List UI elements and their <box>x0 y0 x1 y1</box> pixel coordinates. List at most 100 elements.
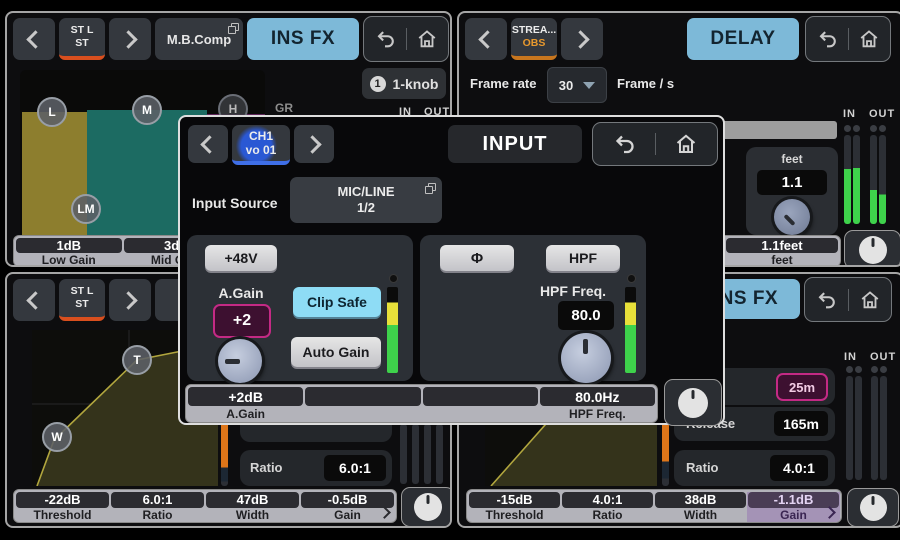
gr-label: GR <box>275 101 293 115</box>
param-low-gain[interactable]: 1dBLow Gain <box>15 238 123 266</box>
channel-select-button[interactable]: STREA... OBS <box>511 18 557 60</box>
feet-value[interactable]: 1.1 <box>757 170 827 195</box>
dropdown-caret-icon <box>583 82 595 89</box>
undo-icon[interactable] <box>815 289 837 311</box>
param-ratio[interactable]: 4.0:1Ratio <box>561 492 654 522</box>
band-handle-mid[interactable]: M <box>132 95 162 125</box>
hpf-button[interactable]: HPF <box>546 245 620 271</box>
clip-safe-button[interactable]: Clip Safe <box>293 287 381 317</box>
param-hpf-freq[interactable]: 80.0HzHPF Freq. <box>539 387 656 422</box>
delay-feet-card: feet 1.1 <box>746 147 838 235</box>
input-level-meter <box>625 287 636 373</box>
channel-select-button[interactable]: CH1 vo 01 <box>232 125 290 165</box>
nav-icon-group <box>804 277 892 322</box>
meter-dot <box>846 366 853 373</box>
ratio-value: 6.0:1 <box>324 455 386 481</box>
meter-dot <box>879 125 886 132</box>
feet-knob[interactable] <box>774 199 810 235</box>
param-ratio[interactable]: 6.0:1Ratio <box>110 492 205 522</box>
param-threshold[interactable]: -15dBThreshold <box>468 492 561 522</box>
param-feet[interactable]: 1.1feetfeet <box>725 238 839 266</box>
phase-button[interactable]: Φ <box>440 245 514 271</box>
auto-gain-button[interactable]: Auto Gain <box>291 337 381 367</box>
divider <box>848 28 849 50</box>
again-value[interactable]: +2 <box>213 304 271 338</box>
param-bar: -22dBThreshold 6.0:1Ratio 47dBWidth -0.5… <box>13 489 397 523</box>
chevron-right-icon <box>303 135 321 153</box>
meter-dot <box>870 125 877 132</box>
next-channel-button[interactable] <box>294 125 334 163</box>
nav-icon-group <box>805 16 891 62</box>
touch-knob-button[interactable] <box>847 488 899 527</box>
channel-name-line2: ST <box>75 37 88 50</box>
knob-icon <box>414 493 442 521</box>
prev-channel-button[interactable] <box>13 18 55 60</box>
param-threshold[interactable]: -22dBThreshold <box>15 492 110 522</box>
meter-in-l <box>844 135 851 224</box>
param-gain[interactable]: -0.5dBGain <box>300 492 395 522</box>
param-gain-selected[interactable]: -1.1dBGain <box>747 492 840 522</box>
in-label: IN <box>844 351 857 363</box>
meter-peak-dot <box>627 274 636 283</box>
knob-icon <box>678 388 708 418</box>
ratio-label: Ratio <box>686 460 719 475</box>
in-label: IN <box>843 108 856 120</box>
meter-dot <box>855 366 862 373</box>
home-icon[interactable] <box>859 289 881 311</box>
prev-channel-button[interactable] <box>188 125 228 163</box>
home-icon[interactable] <box>674 132 698 156</box>
chevron-left-icon <box>478 30 496 48</box>
fx-name-button[interactable]: M.B.Comp <box>155 18 243 60</box>
band-handle-low[interactable]: L <box>37 97 67 127</box>
out-label: OUT <box>869 108 895 120</box>
param-bar: -15dBThreshold 4.0:1Ratio 38dBWidth -1.1… <box>466 489 842 523</box>
copy-icon <box>425 183 434 192</box>
undo-icon[interactable] <box>612 132 636 156</box>
prev-channel-button[interactable] <box>465 18 507 60</box>
fx-name-label: M.B.Comp <box>167 32 231 47</box>
param-width[interactable]: 38dBWidth <box>654 492 747 522</box>
next-channel-button[interactable] <box>561 18 603 60</box>
one-knob-icon: 1 <box>370 76 386 92</box>
param-3[interactable] <box>422 387 539 422</box>
home-icon[interactable] <box>858 28 880 50</box>
tab-delay[interactable]: DELAY <box>687 18 799 60</box>
channel-select-button[interactable]: ST L ST <box>59 279 105 321</box>
ratio-value: 4.0:1 <box>770 455 828 481</box>
next-channel-button[interactable] <box>109 279 151 321</box>
next-channel-button[interactable] <box>109 18 151 60</box>
tab-ins-fx[interactable]: INS FX <box>247 18 359 60</box>
chevron-left-icon <box>26 291 44 309</box>
param-bar: +2dBA.Gain 80.0HzHPF Freq. <box>185 384 658 423</box>
chevron-right-icon <box>119 291 137 309</box>
again-knob[interactable] <box>218 339 262 383</box>
channel-select-button[interactable]: ST L ST <box>59 18 105 60</box>
hpf-freq-value[interactable]: 80.0 <box>558 301 614 330</box>
input-level-meter <box>387 287 398 373</box>
band-handle-lowmid[interactable]: LM <box>71 194 101 224</box>
undo-icon[interactable] <box>374 28 396 50</box>
one-knob-button[interactable]: 1 1-knob <box>362 68 446 99</box>
frame-rate-dropdown[interactable]: 30 <box>547 67 607 103</box>
copy-icon <box>228 23 237 32</box>
ratio-box[interactable]: Ratio 6.0:1 <box>240 450 392 486</box>
width-handle[interactable]: W <box>42 422 72 452</box>
touch-knob-button[interactable] <box>844 230 900 267</box>
hpf-freq-label: HPF Freq. <box>532 283 614 299</box>
touch-knob-button[interactable] <box>664 379 722 426</box>
phantom-48v-button[interactable]: +48V <box>205 245 277 271</box>
prev-channel-button[interactable] <box>13 279 55 321</box>
param-width[interactable]: 47dBWidth <box>205 492 300 522</box>
hpf-freq-knob[interactable] <box>561 333 611 383</box>
param-again[interactable]: +2dBA.Gain <box>187 387 304 422</box>
input-source-button[interactable]: MIC/LINE 1/2 <box>290 177 442 223</box>
input-popup: CH1 vo 01 INPUT Input Source MIC/LINE 1/… <box>178 115 725 425</box>
divider <box>406 28 407 50</box>
threshold-handle[interactable]: T <box>122 345 152 375</box>
param-2[interactable] <box>304 387 421 422</box>
ratio-box[interactable]: Ratio 4.0:1 <box>674 450 835 486</box>
meter-out-r <box>880 376 887 480</box>
touch-knob-button[interactable] <box>401 487 452 527</box>
undo-icon[interactable] <box>816 28 838 50</box>
home-icon[interactable] <box>416 28 438 50</box>
